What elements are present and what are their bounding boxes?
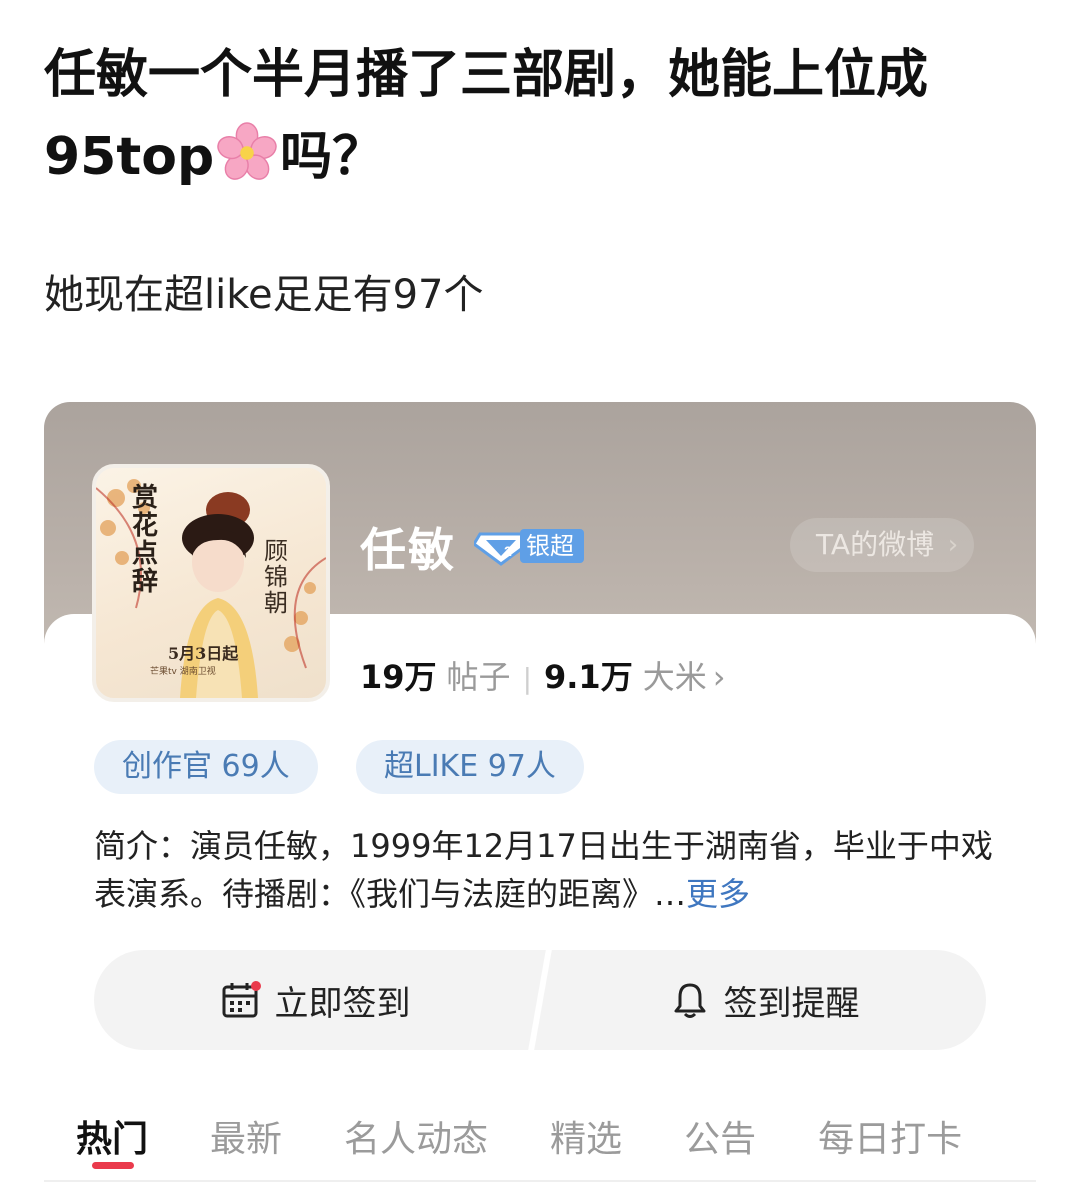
stats-divider: | (522, 662, 532, 695)
action-bar: 立即签到 签到提醒 (94, 950, 986, 1050)
ta-weibo-button[interactable]: TA的微博 › (790, 518, 975, 572)
cherry-blossom-icon (217, 122, 277, 180)
svg-text:2: 2 (504, 543, 512, 559)
rice-label: 大米 (642, 658, 707, 696)
post-body: 她现在超like足足有97个 (44, 272, 484, 318)
tab-hot-label: 热门 (76, 1119, 149, 1160)
bell-icon (674, 983, 705, 1018)
reminder-label: 签到提醒 (723, 983, 860, 1024)
tab-featured[interactable]: 精选 (550, 1110, 622, 1162)
calendar-icon (222, 981, 261, 1018)
topic-card: 赏花点辞 顾锦朝 5月3日起 芒果tv 湖南卫视 任敏 2 银超 TA的微博 ›… (44, 402, 1036, 1188)
tab-celebrity-label: 名人动态 (344, 1119, 489, 1160)
post-title-text: 任敏一个半月播了三部剧，她能上位成95top (44, 45, 929, 187)
tab-latest-label: 最新 (210, 1119, 283, 1160)
intro-text: 简介：演员任敏，1999年12月17日出生于湖南省，毕业于中戏表演系。待播剧：《… (94, 827, 993, 913)
level-badge[interactable]: 2 银超 (474, 526, 584, 566)
active-tab-indicator (92, 1162, 134, 1169)
topic-stats[interactable]: 19万 帖子 | 9.1万 大米 › (360, 652, 726, 698)
posts-count: 19万 (360, 658, 437, 696)
topic-name: 任敏 (360, 523, 456, 577)
checkin-button[interactable]: 立即签到 (94, 950, 537, 1050)
intro-more-link[interactable]: 更多 (686, 875, 750, 913)
post-title: 任敏一个半月播了三部剧，她能上位成95top 吗？ (44, 34, 1044, 198)
creator-chip[interactable]: 创作官 69人 (94, 740, 318, 794)
cover-date-text: 5月3日起 (168, 644, 239, 663)
topic-intro: 简介：演员任敏，1999年12月17日出生于湖南省，毕业于中戏表演系。待播剧：《… (94, 822, 994, 918)
posts-label: 帖子 (446, 658, 511, 696)
tab-announcements[interactable]: 公告 (684, 1110, 756, 1162)
superlike-chip[interactable]: 超LIKE 97人 (356, 740, 584, 794)
tab-announcements-label: 公告 (684, 1119, 757, 1160)
topic-tabs: 热门 最新 名人动态 精选 公告 每日打卡 (76, 1110, 1024, 1169)
post-title-end: 吗？ (280, 127, 385, 187)
checkin-label: 立即签到 (274, 983, 411, 1024)
tab-daily-checkin[interactable]: 每日打卡 (818, 1110, 962, 1162)
cover-platform-text: 芒果tv 湖南卫视 (150, 667, 216, 677)
tab-daily-checkin-label: 每日打卡 (818, 1119, 963, 1160)
tab-celebrity-updates[interactable]: 名人动态 (344, 1110, 488, 1162)
chevron-right-icon: › (712, 658, 726, 696)
checkin-reminder-button[interactable]: 签到提醒 (543, 950, 986, 1050)
chevron-right-icon: › (947, 530, 959, 560)
tab-featured-label: 精选 (550, 1119, 623, 1160)
rice-count: 9.1万 (544, 658, 633, 696)
tab-hot[interactable]: 热门 (76, 1110, 149, 1169)
cover-title-text: 赏花点辞 (132, 483, 159, 597)
topic-cover-image[interactable]: 赏花点辞 顾锦朝 5月3日起 芒果tv 湖南卫视 (92, 464, 330, 702)
cover-role-text: 顾锦朝 (264, 537, 288, 617)
level-badge-label: 银超 (520, 529, 584, 563)
ta-weibo-label: TA的微博 (816, 528, 935, 561)
tab-latest[interactable]: 最新 (210, 1110, 282, 1162)
divider (44, 1180, 1036, 1182)
